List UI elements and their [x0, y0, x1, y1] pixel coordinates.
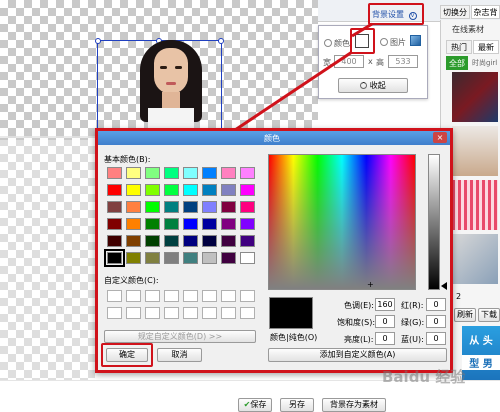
close-icon[interactable]: ×: [433, 132, 447, 143]
save-button[interactable]: ✔保存: [238, 398, 272, 412]
hue-label: 色调(E):: [344, 301, 374, 310]
watermark: Baidu 经验: [382, 368, 466, 386]
sat-input[interactable]: 0: [375, 315, 395, 328]
custom-color-swatch[interactable]: [107, 290, 122, 302]
blue-input[interactable]: 0: [426, 332, 446, 345]
basic-color-swatch[interactable]: [202, 201, 217, 213]
basic-color-swatch[interactable]: [164, 167, 179, 179]
highlight-ok-button: [101, 343, 153, 367]
basic-color-swatch[interactable]: [126, 201, 141, 213]
basic-color-swatch[interactable]: [145, 167, 160, 179]
lum-input[interactable]: 0: [375, 332, 395, 345]
basic-color-swatch[interactable]: [221, 235, 236, 247]
green-label: 绿(G):: [401, 318, 425, 327]
basic-color-swatch[interactable]: [107, 167, 122, 179]
basic-color-swatch[interactable]: [221, 201, 236, 213]
basic-colors-label: 基本颜色(B):: [104, 155, 151, 164]
basic-color-swatch[interactable]: [202, 184, 217, 196]
basic-color-swatch[interactable]: [145, 235, 160, 247]
basic-color-swatch[interactable]: [126, 235, 141, 247]
custom-color-swatch[interactable]: [221, 290, 236, 302]
basic-color-swatch[interactable]: [202, 167, 217, 179]
basic-color-swatch[interactable]: [240, 201, 255, 213]
basic-color-swatch[interactable]: [240, 184, 255, 196]
basic-color-swatch[interactable]: [183, 201, 198, 213]
basic-color-swatch[interactable]: [240, 252, 255, 264]
basic-color-swatch[interactable]: [164, 184, 179, 196]
custom-color-swatch[interactable]: [107, 307, 122, 319]
custom-color-swatch[interactable]: [126, 290, 141, 302]
basic-color-swatch[interactable]: [183, 167, 198, 179]
basic-color-swatch[interactable]: [240, 218, 255, 230]
basic-color-swatch[interactable]: [183, 252, 198, 264]
cancel-button[interactable]: 取消: [157, 348, 202, 362]
basic-color-swatch[interactable]: [164, 218, 179, 230]
save-as-button[interactable]: 另存: [280, 398, 314, 412]
basic-color-swatch[interactable]: [202, 218, 217, 230]
basic-color-swatch[interactable]: [221, 252, 236, 264]
custom-color-swatch[interactable]: [164, 290, 179, 302]
blue-label: 蓝(U):: [401, 335, 424, 344]
basic-color-swatch[interactable]: [183, 184, 198, 196]
basic-color-swatch[interactable]: [107, 235, 122, 247]
basic-color-swatch[interactable]: [126, 184, 141, 196]
basic-color-swatch[interactable]: [145, 184, 160, 196]
arrow-line-1: [351, 22, 373, 38]
basic-color-swatch[interactable]: [221, 184, 236, 196]
selected-color-preview: [269, 297, 313, 329]
basic-color-swatch[interactable]: [145, 201, 160, 213]
custom-color-swatch[interactable]: [183, 290, 198, 302]
luminance-slider[interactable]: [428, 154, 440, 290]
basic-color-swatch[interactable]: [126, 167, 141, 179]
custom-color-swatch[interactable]: [240, 290, 255, 302]
spectrum-crosshair-icon: +: [367, 280, 374, 289]
red-input[interactable]: 0: [426, 298, 446, 311]
custom-color-swatch[interactable]: [183, 307, 198, 319]
basic-color-swatch[interactable]: [145, 252, 160, 264]
basic-color-swatch[interactable]: [107, 218, 122, 230]
sat-label: 饱和度(S):: [337, 318, 376, 327]
basic-color-swatch[interactable]: [126, 252, 141, 264]
custom-color-swatch[interactable]: [240, 307, 255, 319]
save-label: 保存: [250, 400, 267, 409]
save-as-material-button[interactable]: 背景存为素材: [322, 398, 386, 412]
luminance-arrow-icon[interactable]: [441, 282, 447, 290]
red-label: 红(R):: [401, 301, 424, 310]
custom-color-swatch[interactable]: [221, 307, 236, 319]
basic-color-swatch[interactable]: [183, 218, 198, 230]
basic-color-swatch[interactable]: [164, 252, 179, 264]
custom-color-swatch[interactable]: [126, 307, 141, 319]
custom-color-swatch[interactable]: [145, 307, 160, 319]
add-custom-color-button[interactable]: 添加到自定义颜色(A): [268, 348, 447, 362]
basic-color-swatch[interactable]: [126, 218, 141, 230]
basic-color-swatch[interactable]: [107, 184, 122, 196]
custom-color-swatch[interactable]: [202, 290, 217, 302]
basic-color-swatch[interactable]: [221, 218, 236, 230]
basic-color-swatch[interactable]: [107, 201, 122, 213]
solid-color-label: 颜色|纯色(O): [270, 333, 318, 342]
custom-color-swatch[interactable]: [145, 290, 160, 302]
basic-color-swatch[interactable]: [221, 167, 236, 179]
basic-color-swatch[interactable]: [202, 235, 217, 247]
basic-color-swatch[interactable]: [202, 252, 217, 264]
basic-color-swatch[interactable]: [164, 235, 179, 247]
basic-color-swatch[interactable]: [240, 235, 255, 247]
lum-label: 亮度(L):: [344, 335, 374, 344]
basic-color-swatch[interactable]: [240, 167, 255, 179]
basic-color-swatch[interactable]: [164, 201, 179, 213]
basic-color-swatch[interactable]: [145, 218, 160, 230]
green-input[interactable]: 0: [426, 315, 446, 328]
basic-color-swatch[interactable]: [183, 235, 198, 247]
custom-color-swatch[interactable]: [164, 307, 179, 319]
custom-colors-label: 自定义颜色(C):: [104, 276, 159, 285]
color-dialog-title: 颜色: [264, 134, 280, 143]
define-custom-colors-button[interactable]: 规定自定义颜色(D) >>: [104, 330, 256, 343]
color-spectrum[interactable]: [268, 154, 416, 290]
custom-color-swatch[interactable]: [202, 307, 217, 319]
basic-color-swatch[interactable]: [104, 249, 125, 267]
hue-input[interactable]: 160: [375, 298, 395, 311]
